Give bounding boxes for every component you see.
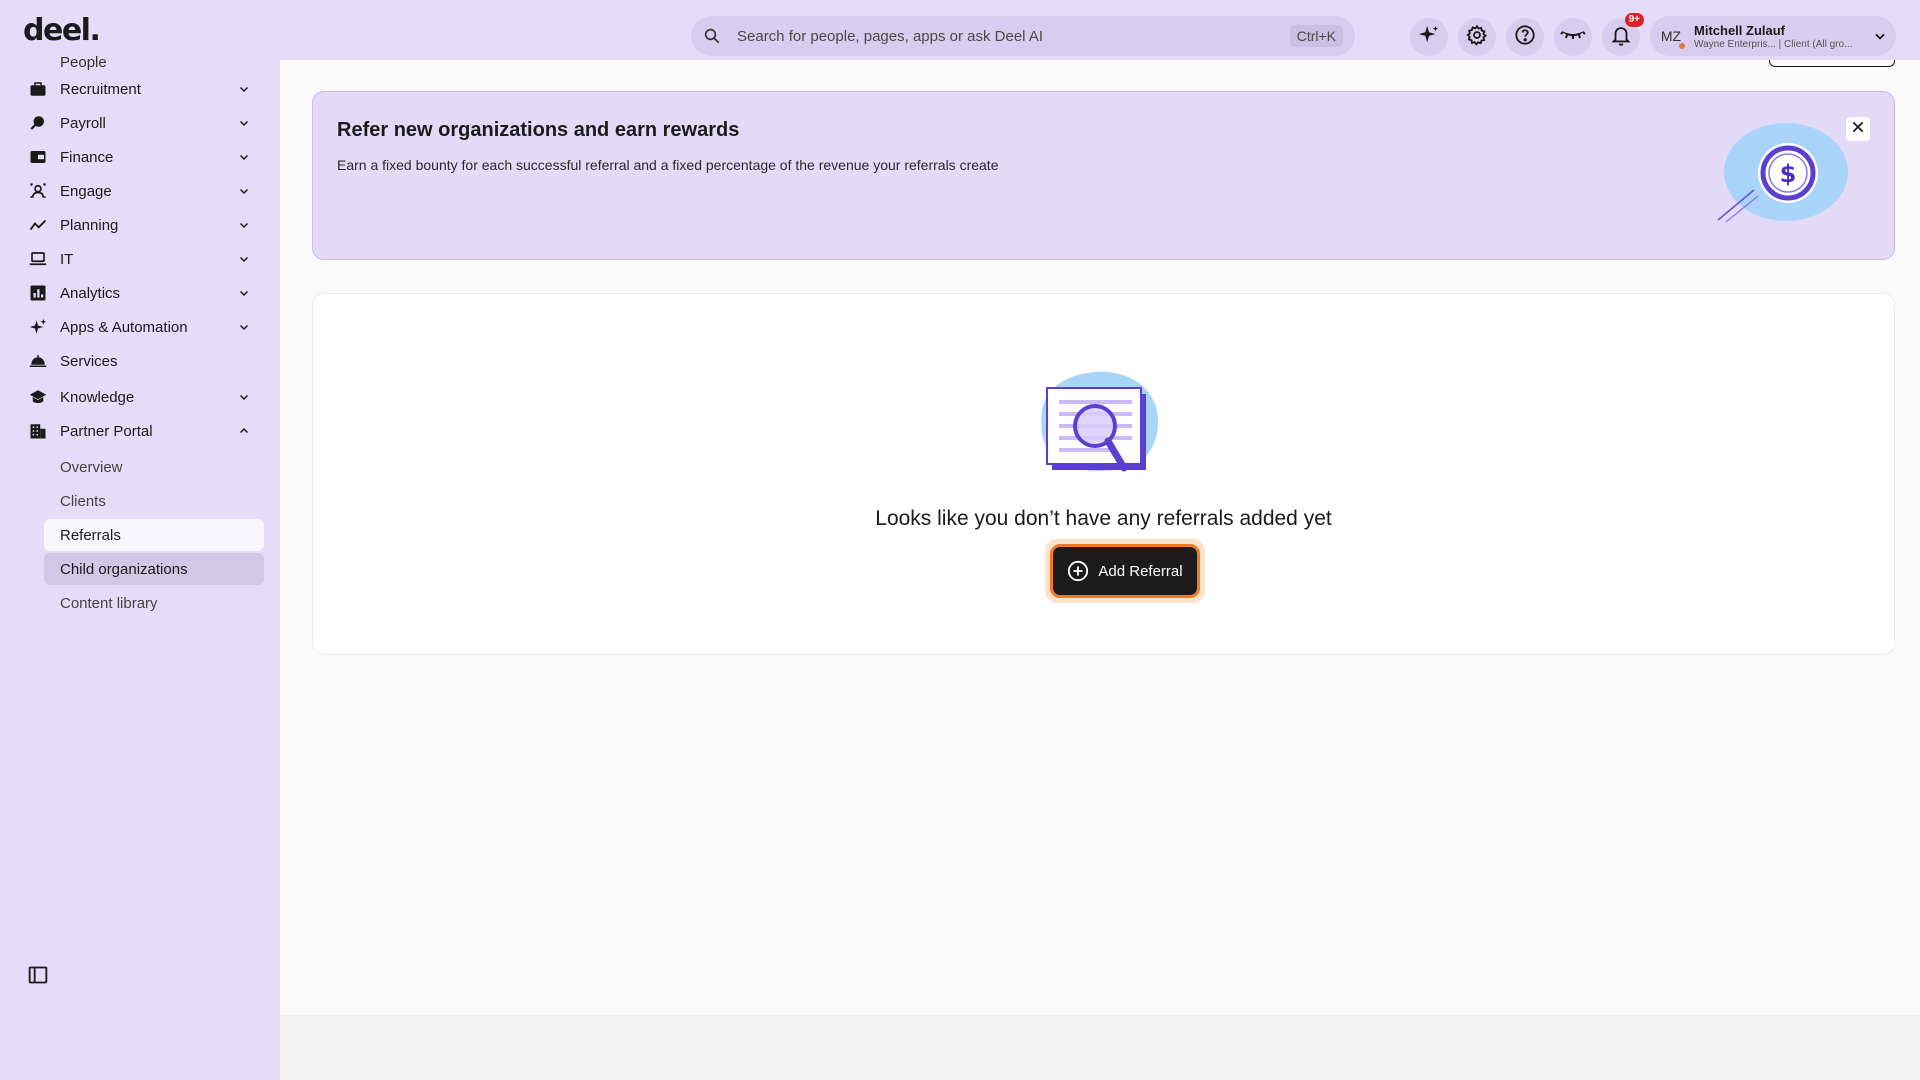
collapse-sidebar-button[interactable] [27, 966, 49, 988]
chevron-down-icon [236, 151, 252, 163]
global-search[interactable]: Ctrl+K [691, 16, 1355, 56]
notifications-button[interactable]: 9+ [1602, 13, 1644, 56]
service-bell-icon [28, 351, 48, 371]
sidebar-subitem-content-library[interactable]: Content library [44, 587, 264, 619]
sidebar-item-label: Apps & Automation [60, 318, 188, 336]
help-circle-icon [1514, 24, 1536, 51]
sidebar-item-people[interactable]: People [60, 54, 107, 71]
chevron-down-icon [236, 321, 252, 333]
bar-chart-icon [28, 283, 48, 303]
wallet-icon [28, 147, 48, 167]
add-referral-focus-halo: Add Referral [1045, 539, 1205, 603]
chevron-down-icon [236, 287, 252, 299]
sidebar-item-label: Finance [60, 148, 114, 166]
sidebar-toggle-icon [28, 965, 48, 990]
close-banner-button[interactable] [1846, 117, 1870, 141]
sidebar-item-recruitment[interactable]: Recruitment [28, 74, 252, 104]
empty-state-message: Looks like you don’t have any referrals … [875, 507, 1332, 530]
sidebar-item-it[interactable]: IT [28, 244, 252, 274]
profile-subtitle: Wayne Enterpris... | Client (All gro... [1694, 38, 1853, 50]
engage-icon [28, 181, 48, 201]
sidebar-item-label: Partner Portal [60, 422, 153, 440]
graduation-cap-icon [28, 387, 48, 407]
sidebar-item-label: Payroll [60, 114, 106, 132]
sidebar: People Recruitment Payroll Finance Engag… [0, 54, 280, 1080]
chevron-down-icon [236, 219, 252, 231]
briefcase-icon [28, 79, 48, 99]
sidebar-subitem-overview[interactable]: Overview [44, 451, 264, 483]
banner-description: Earn a fixed bounty for each successful … [337, 157, 999, 173]
eye-closed-icon [1560, 24, 1586, 51]
sidebar-item-partner-portal[interactable]: Partner Portal [28, 416, 252, 446]
banner-title: Refer new organizations and earn rewards [337, 119, 740, 141]
sidebar-subitem-clients[interactable]: Clients [44, 485, 264, 517]
ai-assistant-button[interactable] [1410, 18, 1448, 56]
sidebar-item-label: Services [60, 352, 118, 370]
building-icon [28, 421, 48, 441]
sidebar-item-finance[interactable]: Finance [28, 142, 252, 172]
sidebar-item-label: Engage [60, 182, 112, 200]
sidebar-item-label: IT [60, 250, 74, 268]
search-input[interactable] [737, 27, 1290, 45]
sidebar-item-services[interactable]: Services [28, 346, 252, 376]
add-referral-focus-ring: Add Referral [1050, 544, 1200, 598]
status-dot [1678, 42, 1686, 50]
deel-logo[interactable]: deel. [23, 16, 101, 46]
sidebar-item-label: Knowledge [60, 388, 135, 406]
referral-promo-banner: Refer new organizations and earn rewards… [312, 91, 1895, 260]
chevron-down-icon [236, 185, 252, 197]
profile-name: Mitchell Zulauf [1694, 22, 1785, 38]
search-shortcut-hint: Ctrl+K [1289, 25, 1343, 47]
avatar: MZ [1656, 21, 1686, 51]
search-icon [703, 26, 723, 46]
sparkle-icon [28, 317, 48, 337]
top-bar: deel. Ctrl+K 9+ MZ [0, 0, 1920, 60]
coin-illustration: $ [1714, 122, 1848, 231]
coin-symbol: $ [1780, 160, 1797, 188]
privacy-toggle-button[interactable] [1554, 18, 1592, 56]
sidebar-item-planning[interactable]: Planning [28, 210, 252, 240]
search-document-illustration [1032, 370, 1162, 479]
ai-sparkle-icon [1418, 24, 1440, 51]
sidebar-item-payroll[interactable]: Payroll [28, 108, 252, 138]
chevron-down-icon [236, 83, 252, 95]
sidebar-subitem-child-organizations[interactable]: Child organizations [44, 553, 264, 585]
chevron-down-icon [1870, 29, 1890, 43]
add-referral-button[interactable]: Add Referral [1053, 547, 1197, 595]
add-referral-label: Add Referral [1098, 562, 1183, 580]
settings-button[interactable] [1458, 18, 1496, 56]
notification-badge: 9+ [1624, 13, 1644, 27]
sidebar-item-analytics[interactable]: Analytics [28, 278, 252, 308]
referrals-empty-state: Looks like you don’t have any referrals … [312, 293, 1895, 655]
sidebar-item-apps-automation[interactable]: Apps & Automation [28, 312, 252, 342]
sidebar-item-label: Recruitment [60, 80, 141, 98]
avatar-initials: MZ [1660, 28, 1682, 44]
payroll-icon [28, 113, 48, 133]
chevron-down-icon [236, 117, 252, 129]
settings-gear-icon [1466, 24, 1488, 51]
chevron-down-icon [236, 253, 252, 265]
sidebar-item-engage[interactable]: Engage [28, 176, 252, 206]
laptop-icon [28, 249, 48, 269]
header-action-button-fragment[interactable] [1769, 60, 1895, 67]
notification-bell-icon [1610, 24, 1632, 51]
main-content: Refer new organizations and earn rewards… [280, 60, 1920, 1015]
sidebar-subitem-referrals[interactable]: Referrals [44, 519, 264, 551]
profile-menu[interactable]: MZ Mitchell Zulauf Wayne Enterpris... | … [1650, 16, 1896, 56]
sidebar-item-label: Analytics [60, 284, 121, 302]
profile-text: Mitchell Zulauf Wayne Enterpris... | Cli… [1694, 23, 1870, 50]
trend-line-icon [28, 215, 48, 235]
close-icon [1851, 120, 1865, 139]
chevron-up-icon [236, 425, 252, 437]
sidebar-item-label: Planning [60, 216, 119, 234]
plus-circle-icon [1067, 560, 1089, 582]
sidebar-item-knowledge[interactable]: Knowledge [28, 382, 252, 412]
help-button[interactable] [1506, 18, 1544, 56]
chevron-down-icon [236, 391, 252, 403]
